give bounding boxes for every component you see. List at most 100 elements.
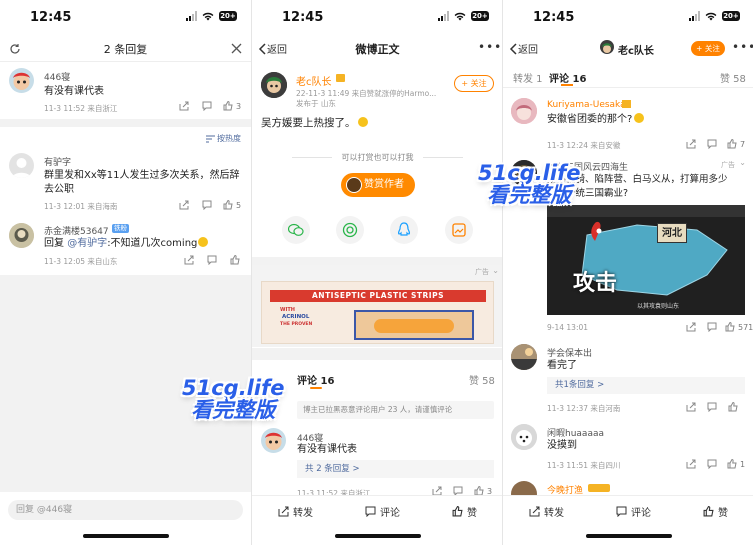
share-icon <box>686 402 696 412</box>
reply-text-cont: 去公职 <box>44 184 74 195</box>
like-button[interactable]: 1 <box>727 459 745 469</box>
follow-button[interactable]: + 关注 <box>691 41 725 56</box>
comment-button[interactable] <box>707 402 717 412</box>
repost-button[interactable]: 转发 <box>529 504 564 519</box>
ad-container[interactable]: 广告 ⌄ ANTISEPTIC PLASTIC STRIPS WITH ACRI… <box>252 265 502 347</box>
like-action-button[interactable]: 赞 <box>703 504 728 519</box>
like-button[interactable] <box>230 255 240 265</box>
save-image-button[interactable] <box>445 216 473 244</box>
comment-username[interactable]: 446寝 <box>44 70 70 83</box>
author-avatar[interactable] <box>261 72 287 98</box>
tab-likes[interactable]: 赞 58 <box>720 70 746 85</box>
share-button[interactable] <box>686 402 696 412</box>
share-button[interactable] <box>179 200 189 210</box>
signal-icon <box>689 11 700 21</box>
page-title: 微博正文 <box>355 43 400 56</box>
mention-link[interactable]: @有驴字 <box>67 238 107 249</box>
avatar[interactable] <box>511 424 537 450</box>
repost-button[interactable]: 转发 <box>278 504 313 519</box>
wechat-share-button[interactable] <box>282 216 310 244</box>
comment-text: 安徽省团委的那个? <box>547 112 645 127</box>
signal-icon <box>438 11 449 21</box>
like-button[interactable]: 571 <box>725 322 753 332</box>
replies-header: 2 条回复 <box>0 36 251 62</box>
comment-text: 看完了 <box>547 360 577 371</box>
reply-input-bar: 回复 @446寝 <box>0 492 251 545</box>
view-replies-link[interactable]: 共 2 条回复 > <box>297 460 494 478</box>
avatar[interactable] <box>511 98 537 124</box>
tab-comments[interactable]: 评论 16 <box>549 70 586 85</box>
thumbs-up-icon <box>727 139 737 149</box>
comment-action-button[interactable]: 评论 <box>616 504 651 519</box>
reward-avatar-icon <box>346 177 362 193</box>
qq-share-button[interactable] <box>390 216 418 244</box>
status-bar: 12:45 20+ <box>0 0 251 36</box>
comment-button[interactable] <box>202 101 212 111</box>
sort-toggle[interactable]: 按热度 <box>206 133 241 144</box>
back-button[interactable]: 返回 <box>509 41 538 56</box>
page-title: 老c队长 <box>618 46 654 57</box>
more-icon[interactable]: ••• <box>478 40 502 54</box>
reply-username[interactable]: 有驴字 <box>44 155 71 168</box>
wifi-icon <box>705 12 717 20</box>
status-bar: 12:45 20+ <box>503 0 753 36</box>
image-save-icon <box>452 223 466 237</box>
share-button[interactable] <box>686 139 696 149</box>
follow-button[interactable]: + 关注 <box>454 75 494 92</box>
avatar[interactable] <box>511 344 537 370</box>
share-button[interactable] <box>179 101 189 111</box>
like-action-button[interactable]: 赞 <box>452 504 477 519</box>
like-count: 1 <box>740 459 746 469</box>
like-button[interactable]: 7 <box>727 139 745 149</box>
comment-icon <box>202 200 212 210</box>
qq-icon <box>398 222 410 236</box>
ad-close-icon[interactable]: ⌄ <box>739 158 746 167</box>
like-button[interactable]: 3 <box>223 101 241 111</box>
reward-button[interactable]: 赞赏作者 <box>341 173 415 197</box>
author-avatar[interactable] <box>600 40 614 54</box>
thumbs-up-icon <box>727 459 737 469</box>
share-icon <box>686 322 696 332</box>
fan-badge: 铁粉 <box>112 224 129 233</box>
avatar[interactable] <box>9 153 34 178</box>
comment-button[interactable] <box>707 459 717 469</box>
share-button[interactable] <box>184 255 194 265</box>
reply-text: 回复 @有驴字:不知道几次coming <box>44 236 209 251</box>
ad-close-icon[interactable]: ⌄ <box>492 266 499 275</box>
member-badge-icon <box>588 484 610 492</box>
comment-button[interactable] <box>707 139 717 149</box>
reply-input[interactable]: 回复 @446寝 <box>8 500 243 520</box>
emoji-icon <box>634 113 645 123</box>
thumbs-up-icon <box>725 322 735 332</box>
author-name[interactable]: 老c队长 <box>296 73 332 88</box>
share-button[interactable] <box>686 322 696 332</box>
tab-reposts[interactable]: 转发 1 <box>513 70 543 85</box>
ad-game-image[interactable]: 河北 攻击 以其攻袁则山东 <box>547 205 745 315</box>
battery-icon: 20+ <box>722 11 740 21</box>
moments-share-button[interactable] <box>336 216 364 244</box>
share-button[interactable] <box>686 459 696 469</box>
like-button[interactable] <box>728 402 738 412</box>
comment-username[interactable]: Kuriyama-Uesaka <box>547 100 626 110</box>
avatar[interactable] <box>9 223 34 248</box>
avatar[interactable] <box>9 68 34 93</box>
comment-button[interactable] <box>207 255 217 265</box>
like-count: 571 <box>738 322 753 332</box>
avatar[interactable] <box>261 428 286 453</box>
ad-strip-graphic <box>354 310 474 340</box>
comment-action-button[interactable]: 评论 <box>365 504 400 519</box>
comment-icon <box>616 506 627 517</box>
like-button[interactable]: 5 <box>223 200 241 210</box>
close-icon[interactable] <box>231 43 242 54</box>
comment-button[interactable] <box>202 200 212 210</box>
comment-text: 没摸到 <box>547 440 577 451</box>
more-icon[interactable]: ••• <box>732 40 753 54</box>
post-text: 吴方媛要上热搜了。 <box>261 116 368 131</box>
tab-likes[interactable]: 赞 58 <box>469 372 495 387</box>
comment-tabs: 评论 16 赞 58 <box>252 360 502 394</box>
view-replies-link[interactable]: 共1条回复 > <box>547 377 745 394</box>
comment-button[interactable] <box>707 322 717 332</box>
bottom-action-bar: 转发 评论 赞 <box>252 495 502 545</box>
share-icon <box>179 200 189 210</box>
tab-comments[interactable]: 评论 16 <box>297 372 334 387</box>
